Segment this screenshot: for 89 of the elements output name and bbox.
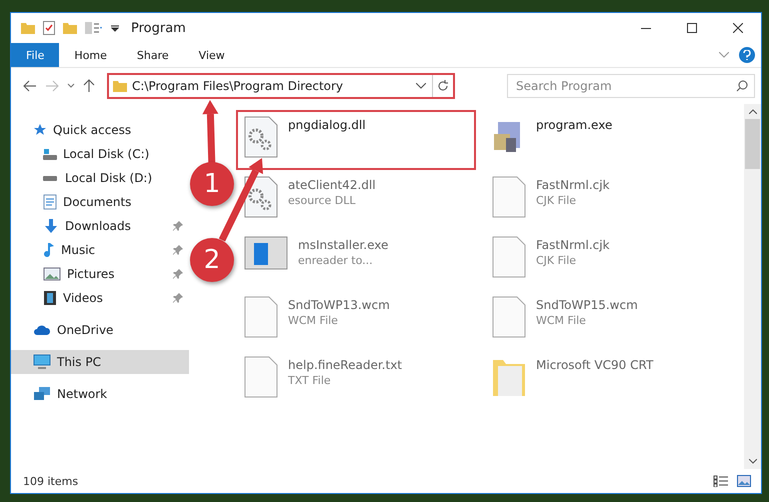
- file-name: SndToWP13.wcm: [288, 298, 390, 312]
- sidebar-item[interactable]: Documents: [11, 190, 189, 214]
- monitor-icon: [33, 354, 51, 370]
- file-item[interactable]: SndToWP15.wcm WCM File: [484, 290, 734, 350]
- sidebar-item[interactable]: Pictures: [11, 262, 189, 286]
- search-icon: [736, 80, 748, 92]
- file-type: WCM File: [536, 314, 587, 327]
- chevron-down-icon: [416, 83, 426, 89]
- dropdown-icon: [111, 24, 119, 32]
- file-name: FastNrml.cjk: [536, 178, 610, 192]
- sidebar-item[interactable]: This PC: [11, 350, 189, 374]
- folder-icon: [21, 22, 35, 34]
- help-button[interactable]: [739, 47, 755, 63]
- properties-icon: [85, 22, 103, 34]
- film-icon: [43, 290, 57, 306]
- ribbon-tab[interactable]: File: [11, 43, 60, 67]
- file-name: pngdialog.dll: [288, 118, 366, 132]
- search-field[interactable]: Search Program: [507, 74, 755, 98]
- maximize-icon: [687, 23, 697, 33]
- large-icons-button[interactable]: [737, 475, 751, 487]
- file-type: TXT File: [288, 374, 332, 387]
- question-mark-icon: [743, 50, 751, 60]
- star-icon: [33, 123, 47, 137]
- blank-document-icon: [244, 296, 278, 338]
- file-name: SndToWP15.wcm: [536, 298, 638, 312]
- sidebar-item[interactable]: Local Disk (C:): [11, 142, 189, 166]
- cloud-icon: [33, 324, 51, 336]
- ribbon-tab[interactable]: View: [184, 43, 240, 67]
- recent-locations-button[interactable]: [67, 83, 75, 89]
- file-item[interactable]: help.fineReader.txt TXT File: [236, 350, 476, 410]
- file-item[interactable]: FastNrml.cjk CJK File: [484, 170, 734, 230]
- blank-document-icon: [492, 296, 526, 338]
- sidebar-item[interactable]: Videos: [11, 286, 189, 310]
- sidebar-item[interactable]: Downloads: [11, 214, 189, 238]
- file-item[interactable]: ateClient42.dll esource DLL: [236, 170, 476, 230]
- file-name: program.exe: [536, 118, 612, 132]
- file-type: CJK File: [536, 194, 578, 207]
- blank-document-icon: [492, 236, 526, 278]
- close-icon: [733, 23, 743, 33]
- scroll-down-icon: [748, 459, 756, 464]
- ribbon-tab[interactable]: Share: [122, 43, 184, 67]
- file-type: enreader to...: [298, 254, 374, 267]
- file-item[interactable]: FastNrml.cjk CJK File: [484, 230, 734, 290]
- drive-icon: [43, 176, 57, 180]
- blank-document-icon: [492, 176, 526, 218]
- file-item[interactable]: program.exe: [484, 110, 734, 170]
- scroll-up-icon: [748, 109, 756, 114]
- file-name: msInstaller.exe: [298, 238, 388, 252]
- gear-document-icon: [244, 176, 278, 218]
- details-view-button[interactable]: [713, 475, 729, 487]
- music-icon: [43, 242, 55, 258]
- file-item[interactable]: msInstaller.exe enreader to...: [236, 230, 476, 290]
- ribbon-tab[interactable]: Home: [59, 43, 122, 67]
- address-path: C:\Program Files\Program Directory: [132, 79, 344, 93]
- file-item[interactable]: SndToWP13.wcm WCM File: [236, 290, 476, 350]
- scrollbar-thumb[interactable]: [745, 119, 760, 169]
- file-item[interactable]: pngdialog.dll: [236, 110, 476, 170]
- sidebar-item[interactable]: Quick access: [11, 118, 189, 142]
- drive-icon: [43, 148, 57, 160]
- picture-icon: [43, 267, 61, 281]
- folder-icon: [113, 80, 127, 92]
- sidebar-item[interactable]: Music: [11, 238, 189, 262]
- sidebar-item[interactable]: OneDrive: [11, 318, 189, 342]
- file-name: help.fineReader.txt: [288, 358, 402, 372]
- file-item[interactable]: Microsoft VC90 CRT: [484, 350, 734, 410]
- sidebar-item[interactable]: Network: [11, 382, 189, 406]
- folder-icon: [63, 22, 77, 34]
- window-title: Program: [131, 20, 186, 36]
- download-icon: [43, 218, 59, 234]
- network-icon: [33, 386, 51, 402]
- address-bar[interactable]: C:\Program Files\Program Directory: [107, 73, 455, 99]
- document-icon: [43, 194, 57, 210]
- expand-ribbon-icon: [719, 52, 729, 58]
- file-type: CJK File: [536, 254, 578, 267]
- scrollbar[interactable]: [744, 104, 761, 469]
- file-name: FastNrml.cjk: [536, 238, 610, 252]
- refresh-icon: [437, 80, 449, 92]
- file-name: ateClient42.dll: [288, 178, 376, 192]
- back-button[interactable]: [23, 80, 37, 92]
- file-type: WCM File: [288, 314, 339, 327]
- up-button[interactable]: [83, 79, 95, 93]
- file-name: Microsoft VC90 CRT: [536, 358, 654, 372]
- blank-document-icon: [244, 356, 278, 398]
- gear-document-icon: [244, 116, 278, 158]
- file-type: esource DLL: [288, 194, 357, 207]
- sidebar-item[interactable]: Local Disk (D:): [11, 166, 189, 190]
- checklist-icon: [43, 21, 55, 35]
- window-icon: [244, 236, 288, 270]
- item-count: 109 items: [23, 474, 78, 488]
